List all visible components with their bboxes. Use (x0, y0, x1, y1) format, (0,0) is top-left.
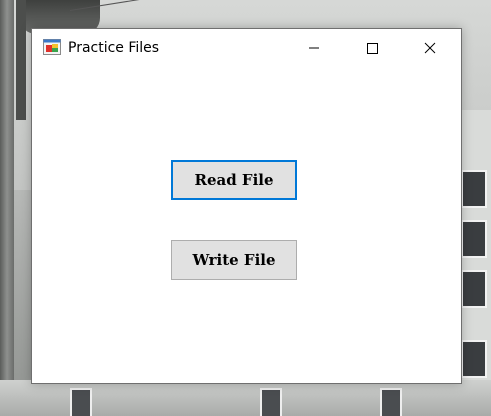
building-window (461, 340, 487, 378)
desktop-pole-secondary (16, 0, 26, 120)
app-window: Practice Files Read File Write File (31, 28, 462, 384)
winforms-app-icon (43, 39, 61, 55)
minimize-button[interactable] (291, 29, 337, 67)
title-bar[interactable]: Practice Files (32, 29, 461, 67)
building-window (70, 388, 92, 416)
desktop-pole (0, 0, 14, 416)
window-title: Practice Files (68, 40, 160, 56)
maximize-button[interactable] (349, 29, 395, 67)
building-window (380, 388, 402, 416)
read-file-button[interactable]: Read File (171, 160, 297, 200)
maximize-icon (367, 43, 378, 54)
building-window (461, 220, 487, 258)
close-icon (424, 42, 436, 54)
close-button[interactable] (407, 29, 453, 67)
building-window (461, 170, 487, 208)
minimize-icon (309, 47, 319, 49)
building-window (461, 270, 487, 308)
write-file-button[interactable]: Write File (171, 240, 297, 280)
building-window (260, 388, 282, 416)
